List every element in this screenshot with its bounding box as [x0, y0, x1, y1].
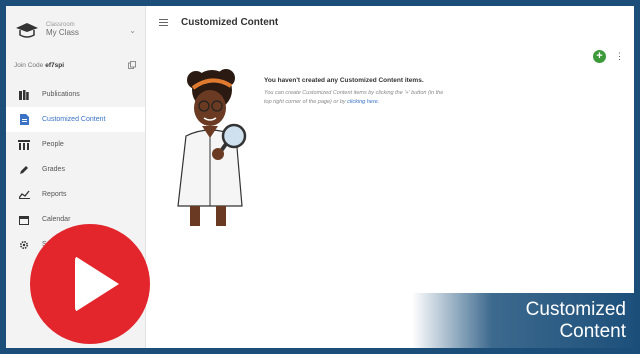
sidebar-item-label: Reports — [42, 191, 67, 198]
sidebar-item-grades[interactable]: Grades — [6, 157, 145, 182]
add-content-button[interactable]: + — [593, 50, 606, 63]
people-icon — [18, 139, 30, 151]
empty-state-title: You haven't created any Customized Conte… — [264, 77, 424, 84]
banner-line-1: Customized — [525, 299, 626, 320]
empty-state: You haven't created any Customized Conte… — [264, 77, 444, 106]
sidebar-item-people[interactable]: People — [6, 132, 145, 157]
join-code-label: Join Code — [14, 61, 44, 69]
document-icon — [18, 114, 30, 126]
class-selector[interactable]: Classroom My Class ⌄ — [14, 16, 136, 44]
top-bar: Customized Content — [145, 6, 634, 38]
page-title: Customized Content — [181, 17, 279, 28]
class-name: My Class — [46, 27, 79, 37]
gear-icon — [18, 239, 30, 251]
books-icon — [18, 89, 30, 101]
video-play-button[interactable] — [30, 224, 150, 344]
pencil-icon — [18, 164, 30, 176]
sidebar-item-label: Publications — [42, 91, 80, 98]
title-banner: Customized Content — [412, 293, 640, 354]
more-options-icon[interactable]: ⋮ — [615, 50, 624, 63]
sidebar-item-label: Grades — [42, 166, 65, 173]
girl-with-magnifier-illustration — [177, 69, 247, 226]
chart-icon — [18, 189, 30, 201]
sidebar-item-label: People — [42, 141, 64, 148]
sidebar-item-label: Calendar — [42, 216, 71, 223]
create-content-link[interactable]: clicking here. — [347, 99, 379, 105]
hamburger-menu-icon[interactable] — [159, 19, 168, 26]
empty-state-description: You can create Customized Content items … — [264, 89, 444, 106]
join-code-value: ef7spi — [45, 61, 65, 69]
calendar-icon — [18, 214, 30, 226]
sidebar-item-label: Customized Content — [42, 116, 106, 123]
banner-line-2: Content — [559, 321, 626, 342]
copy-icon[interactable] — [128, 61, 136, 69]
sidebar-item-customized-content[interactable]: Customized Content — [6, 107, 145, 132]
join-code-row: Join Code ef7spi — [14, 61, 136, 69]
sidebar-item-publications[interactable]: Publications — [6, 82, 145, 107]
play-icon — [75, 256, 119, 312]
sidebar-item-reports[interactable]: Reports — [6, 182, 145, 207]
hat-logo-icon — [16, 23, 38, 38]
chevron-icon: ⌄ — [129, 25, 136, 35]
